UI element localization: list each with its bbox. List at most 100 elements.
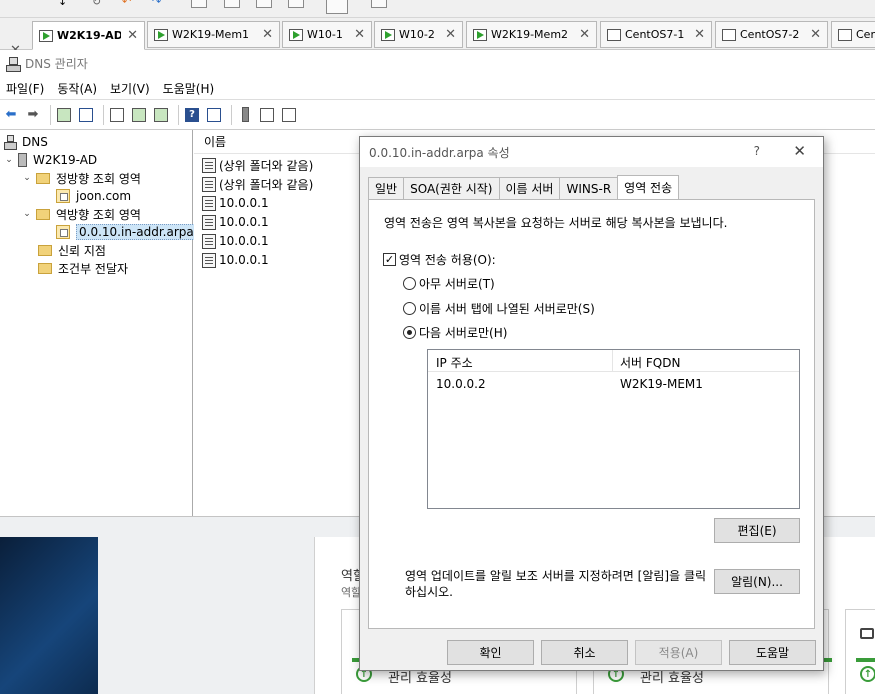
- list-item[interactable]: 10.0.0.1: [202, 251, 269, 269]
- column-header-fqdn[interactable]: 서버 FQDN: [620, 354, 680, 371]
- action-pane-icon[interactable]: [205, 106, 223, 124]
- vm-tab-w2k19-ad[interactable]: W2K19-AD ✕: [32, 21, 145, 50]
- vm-tab-w10-2[interactable]: W10-2 ✕: [374, 21, 463, 48]
- role-card: ↑: [845, 609, 875, 694]
- radio-label: 아무 서버로(T): [419, 277, 495, 291]
- notify-button[interactable]: 알림(N)...: [714, 569, 800, 594]
- vm-tab-label: W10-1: [307, 28, 343, 41]
- menu-action[interactable]: 동작(A): [57, 80, 97, 97]
- tree-item-server[interactable]: ⌄ W2K19-AD: [4, 151, 97, 169]
- tree-item-label: DNS: [22, 135, 48, 149]
- radio-icon[interactable]: [403, 277, 416, 290]
- folder-icon: [36, 208, 50, 220]
- manage-snapshot-icon[interactable]: ↷: [152, 0, 161, 8]
- radio-label: 다음 서버로만(H): [419, 326, 508, 340]
- list-item[interactable]: (상위 폴더와 같음): [202, 156, 313, 174]
- tree-item-conditional-forwarders[interactable]: 조건부 전달자: [38, 259, 128, 277]
- tree-item-dns[interactable]: DNS: [4, 133, 48, 151]
- back-icon[interactable]: ⬅: [2, 106, 20, 124]
- forward-icon[interactable]: ➡: [24, 106, 42, 124]
- record-icon: [202, 233, 216, 249]
- radio-following-servers[interactable]: 다음 서버로만(H): [403, 324, 507, 341]
- tab-wins-r[interactable]: WINS-R: [559, 177, 619, 199]
- tab-soa[interactable]: SOA(권한 시작): [403, 177, 500, 199]
- console-view-icon[interactable]: [256, 0, 272, 8]
- tree-item-trust-points[interactable]: 신뢰 지점: [38, 241, 106, 259]
- radio-icon[interactable]: [403, 326, 416, 339]
- radio-icon[interactable]: [403, 302, 416, 315]
- radio-name-servers-only[interactable]: 이름 서버 탭에 나열된 서버로만(S): [403, 300, 595, 317]
- list-item[interactable]: (상위 폴더와 같음): [202, 175, 313, 193]
- vm-tab-cent[interactable]: Cent: [831, 21, 875, 48]
- revert-icon[interactable]: ↶: [122, 0, 131, 8]
- show-hide-tree-icon[interactable]: [77, 106, 95, 124]
- tab-name-servers[interactable]: 이름 서버: [498, 177, 561, 199]
- server-ip-cell[interactable]: 10.0.0.2: [436, 377, 486, 391]
- allow-transfer-checkbox[interactable]: ✓ 영역 전송 허용(O):: [383, 251, 496, 268]
- server-icon[interactable]: [236, 106, 254, 124]
- properties-icon[interactable]: [108, 106, 126, 124]
- copy-record-icon[interactable]: [280, 106, 298, 124]
- tab-general[interactable]: 일반: [368, 177, 405, 199]
- vm-tab-strip: ✕ W2K19-AD ✕ W2K19-Mem1 ✕ W10-1 ✕ W10-2 …: [0, 18, 875, 58]
- radio-label: 이름 서버 탭에 나열된 서버로만(S): [419, 302, 595, 316]
- ok-button[interactable]: 확인: [447, 640, 534, 665]
- record-list-icon[interactable]: [258, 106, 276, 124]
- window-title: DNS 관리자: [25, 57, 88, 71]
- help-button[interactable]: 도움말: [729, 640, 816, 665]
- allow-transfer-label: 영역 전송 허용(O):: [399, 253, 496, 267]
- menu-file[interactable]: 파일(F): [6, 80, 44, 97]
- list-item[interactable]: 10.0.0.1: [202, 232, 269, 250]
- close-icon[interactable]: ✕: [810, 27, 821, 42]
- server-fqdn-cell[interactable]: W2K19-MEM1: [620, 377, 703, 391]
- vm-tab-centos7-1[interactable]: CentOS7-1 ✕: [600, 21, 712, 48]
- tree-item-reverse-zone[interactable]: 0.0.10.in-addr.arpa: [56, 223, 197, 241]
- vm-tab-label: W2K19-AD: [57, 29, 122, 42]
- help-icon[interactable]: ?: [183, 106, 201, 124]
- stretch-icon[interactable]: [288, 0, 304, 8]
- close-icon[interactable]: ✕: [793, 142, 806, 160]
- menu-help[interactable]: 도움말(H): [163, 80, 215, 97]
- unity-icon[interactable]: [224, 0, 240, 8]
- record-icon: [202, 252, 216, 268]
- download-icon[interactable]: ↓: [58, 0, 67, 8]
- edit-button[interactable]: 편집(E): [714, 518, 800, 543]
- column-header-ip[interactable]: IP 주소: [436, 354, 473, 371]
- tree-item-forward-zones[interactable]: ⌄ 정방향 조회 영역: [22, 169, 141, 187]
- up-folder-icon[interactable]: [55, 106, 73, 124]
- vm-tab-centos7-2[interactable]: CentOS7-2 ✕: [715, 21, 828, 48]
- chevron-down-icon[interactable]: ⌄: [22, 173, 32, 183]
- vm-tab-w2k19-mem2[interactable]: W2K19-Mem2 ✕: [466, 21, 597, 48]
- close-icon[interactable]: ✕: [262, 27, 273, 42]
- fullscreen-icon[interactable]: [191, 0, 207, 8]
- refresh-icon[interactable]: [130, 106, 148, 124]
- status-bar: [856, 658, 875, 662]
- transfer-server-list[interactable]: IP 주소 서버 FQDN 10.0.0.2 W2K19-MEM1: [427, 349, 800, 509]
- notify-description: 영역 업데이트를 알릴 보조 서버를 지정하려면 [알림]을 클릭하십시오.: [405, 569, 707, 599]
- close-icon[interactable]: ✕: [354, 27, 365, 42]
- chevron-down-icon[interactable]: ⌄: [4, 155, 14, 165]
- library-icon[interactable]: [326, 0, 348, 14]
- export-list-icon[interactable]: [152, 106, 170, 124]
- menu-view[interactable]: 보기(V): [110, 80, 150, 97]
- close-icon[interactable]: ✕: [579, 27, 590, 42]
- snapshot-icon[interactable]: ↻: [92, 0, 101, 8]
- help-icon[interactable]: ?: [754, 144, 760, 158]
- vm-tab-w2k19-mem1[interactable]: W2K19-Mem1 ✕: [147, 21, 280, 48]
- radio-any-server[interactable]: 아무 서버로(T): [403, 275, 495, 292]
- vm-tab-w10-1[interactable]: W10-1 ✕: [282, 21, 372, 48]
- tree-item-joon-com[interactable]: joon.com: [56, 187, 131, 205]
- close-icon[interactable]: ✕: [127, 28, 138, 43]
- close-icon[interactable]: ✕: [694, 27, 705, 42]
- list-item[interactable]: 10.0.0.1: [202, 194, 269, 212]
- cancel-button[interactable]: 취소: [541, 640, 628, 665]
- tree-item-reverse-zones[interactable]: ⌄ 역방향 조회 영역: [22, 205, 141, 223]
- list-item[interactable]: 10.0.0.1: [202, 213, 269, 231]
- close-icon[interactable]: ✕: [445, 27, 456, 42]
- list-item-label: 10.0.0.1: [219, 215, 269, 229]
- vm-running-icon: [39, 29, 53, 42]
- chevron-down-icon[interactable]: ⌄: [22, 209, 32, 219]
- thumbnail-icon[interactable]: [371, 0, 387, 8]
- checkbox-icon[interactable]: ✓: [383, 253, 396, 266]
- tab-zone-transfers[interactable]: 영역 전송: [617, 175, 680, 199]
